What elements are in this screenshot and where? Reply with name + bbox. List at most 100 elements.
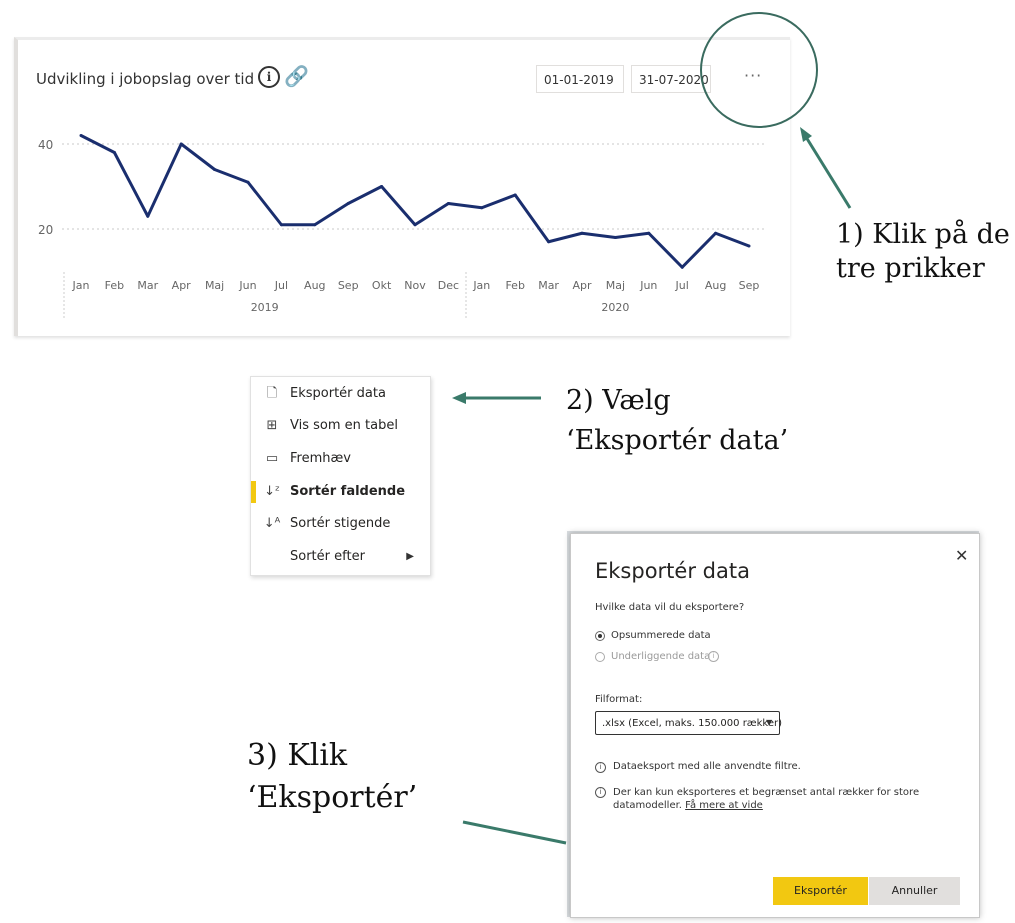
arrow-step2-head xyxy=(452,392,466,404)
data-point[interactable] xyxy=(112,151,116,154)
export-button[interactable]: Eksportér xyxy=(773,877,868,905)
arrow-step1 xyxy=(804,136,852,209)
note-row-limit: Der kan kun eksporteres et begrænset ant… xyxy=(613,786,933,812)
data-point[interactable] xyxy=(747,244,751,248)
x-tick-label: Okt xyxy=(372,279,392,292)
menu-item-sort-by[interactable]: Sortér efter ▶ xyxy=(251,542,430,572)
y-tick-label: 20 xyxy=(38,223,53,237)
chevron-down-icon[interactable]: ▼ xyxy=(766,718,772,727)
dialog-question: Hvilke data vil du eksportere? xyxy=(595,602,745,613)
data-point[interactable] xyxy=(213,168,217,171)
menu-item-sort-asc[interactable]: ↓ᴬ Sortér stigende xyxy=(251,509,430,539)
sort-asc-icon: ↓ᴬ xyxy=(263,516,281,531)
data-point[interactable] xyxy=(714,231,718,235)
selected-indicator xyxy=(251,481,256,503)
link-icon[interactable]: 🔗 xyxy=(284,64,309,88)
menu-item-label: Vis som en tabel xyxy=(290,418,398,433)
data-point[interactable] xyxy=(79,134,83,137)
x-tick-label: Mar xyxy=(137,279,158,292)
date-from-field[interactable]: 01-01-2019 xyxy=(536,65,624,93)
radio-summarized[interactable] xyxy=(595,631,605,641)
x-tick-label: Nov xyxy=(404,279,426,292)
data-point[interactable] xyxy=(446,202,450,205)
annotation-step1: 1) Klik på de tre prikker xyxy=(836,218,1010,286)
table-icon: ⊞ xyxy=(266,418,278,433)
x-tick-label: Sep xyxy=(739,279,760,292)
data-point[interactable] xyxy=(279,223,283,227)
x-tick-label: Feb xyxy=(505,279,524,292)
data-point[interactable] xyxy=(480,206,484,210)
learn-more-link[interactable]: Få mere at vide xyxy=(685,800,763,811)
x-tick-label: Jun xyxy=(238,279,256,292)
x-tick-label: Apr xyxy=(172,279,192,292)
radio-underlying[interactable] xyxy=(595,652,605,662)
data-point[interactable] xyxy=(313,223,317,227)
menu-item-label: Eksportér data xyxy=(290,386,386,401)
x-tick-label: Jul xyxy=(274,279,288,292)
menu-item-label: Sortér efter xyxy=(290,549,365,564)
data-point[interactable] xyxy=(580,231,584,235)
x-tick-label: Sep xyxy=(338,279,359,292)
annotation-step3-line2: ‘Eksportér’ xyxy=(247,780,418,815)
data-point[interactable] xyxy=(513,193,517,197)
format-select[interactable]: .xlsx (Excel, maks. 150.000 rækker) xyxy=(595,711,782,735)
context-menu: 🗋 Eksportér data ⊞ Vis som en tabel ▭ Fr… xyxy=(250,376,431,576)
close-icon[interactable]: ✕ xyxy=(955,546,968,565)
x-tick-label: Aug xyxy=(304,279,325,292)
info-icon[interactable]: i xyxy=(708,651,719,662)
data-point[interactable] xyxy=(146,214,150,218)
x-tick-label: Maj xyxy=(205,279,224,292)
annotation-step1-line2: tre prikker xyxy=(836,253,985,284)
export-icon: 🗋 xyxy=(266,386,278,401)
x-tick-label: Apr xyxy=(572,279,592,292)
data-point[interactable] xyxy=(647,231,651,235)
annotation-step3: 3) Klik ‘Eksportér’ xyxy=(247,735,417,819)
highlight-circle xyxy=(700,12,818,128)
chart-title: Udvikling i jobopslag over tid xyxy=(36,70,255,88)
x-tick-label: Mar xyxy=(538,279,559,292)
data-point[interactable] xyxy=(179,142,183,146)
cancel-button[interactable]: Annuller xyxy=(869,877,960,905)
x-tick-label: Dec xyxy=(438,279,459,292)
export-dialog: Eksportér data ✕ Hvilke data vil du eksp… xyxy=(570,533,980,918)
note-row-limit-text: Der kan kun eksporteres et begrænset ant… xyxy=(613,787,920,811)
x-tick-label: Jan xyxy=(72,279,90,292)
menu-item-label: Sortér stigende xyxy=(290,516,391,531)
data-point[interactable] xyxy=(346,202,350,205)
data-point[interactable] xyxy=(246,180,250,184)
arrow-step1-head xyxy=(800,127,812,142)
menu-item-spotlight[interactable]: ▭ Fremhæv xyxy=(251,444,430,474)
menu-item-label: Sortér faldende xyxy=(290,484,406,499)
x-tick-label: Jan xyxy=(472,279,490,292)
data-point[interactable] xyxy=(547,240,551,244)
y-tick-label: 40 xyxy=(38,138,53,152)
info-icon: i xyxy=(595,762,606,773)
menu-item-export[interactable]: 🗋 Eksportér data xyxy=(251,379,430,409)
x-tick-label: Feb xyxy=(105,279,124,292)
arrow-step3 xyxy=(462,820,567,845)
info-icon: i xyxy=(595,787,606,798)
note-filters: Dataeksport med alle anvendte filtre. xyxy=(613,761,801,772)
x-tick-label: Jun xyxy=(639,279,657,292)
x-tick-label: Aug xyxy=(705,279,726,292)
data-point[interactable] xyxy=(613,236,617,239)
menu-item-show-table[interactable]: ⊞ Vis som en tabel xyxy=(251,411,430,441)
dialog-title: Eksportér data xyxy=(595,559,750,583)
format-label: Filformat: xyxy=(595,694,643,705)
radio-underlying-label[interactable]: Underliggende data xyxy=(611,651,710,662)
data-point[interactable] xyxy=(413,223,417,227)
info-icon[interactable]: i xyxy=(258,66,280,88)
x-group-label: 2020 xyxy=(601,301,629,314)
data-point[interactable] xyxy=(680,265,684,269)
series-line xyxy=(80,134,750,269)
annotation-step2-line2: ‘Eksportér data’ xyxy=(566,425,789,456)
date-to-field[interactable]: 31-07-2020 xyxy=(631,65,711,93)
data-point[interactable] xyxy=(380,185,384,188)
spotlight-icon: ▭ xyxy=(265,451,279,466)
annotation-step1-line1: 1) Klik på de xyxy=(836,219,1010,250)
annotation-step2: 2) Vælg ‘Eksportér data’ xyxy=(566,381,788,461)
radio-summarized-label[interactable]: Opsummerede data xyxy=(611,630,711,641)
x-tick-label: Jul xyxy=(675,279,689,292)
x-group-label: 2019 xyxy=(251,301,279,314)
menu-item-sort-desc[interactable]: ↓ᶻ Sortér faldende xyxy=(251,477,430,507)
